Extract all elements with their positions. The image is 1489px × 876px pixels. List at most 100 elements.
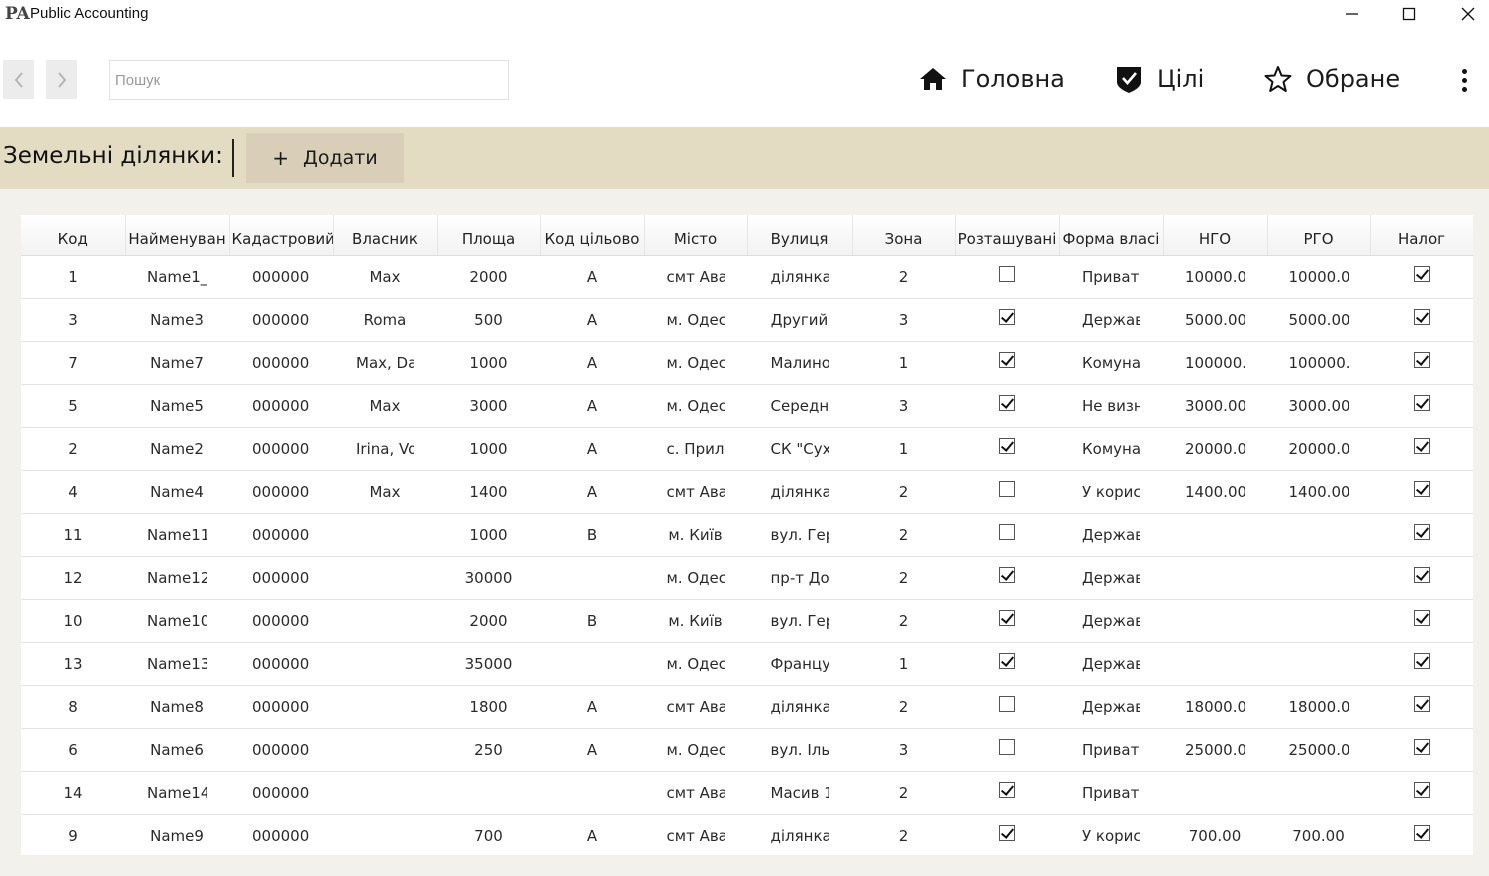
- table-row[interactable]: 7 Name7 000000C Max, Da 1000 Aм. Одеса Малино 1…: [21, 341, 1473, 385]
- cell-city: м. Одеса: [644, 642, 747, 686]
- tax-checkbox[interactable]: [1413, 696, 1430, 712]
- cell-owner: [333, 685, 437, 729]
- located-checkbox[interactable]: [999, 567, 1015, 583]
- tax-checkbox[interactable]: [1413, 266, 1430, 282]
- nav-favorites-label: Обране: [1306, 65, 1401, 93]
- back-button[interactable]: [3, 60, 34, 99]
- cell-ownership-value: Держав: [1082, 697, 1140, 716]
- column-header[interactable]: Розташувані: [955, 215, 1060, 256]
- table-row[interactable]: 11 Name11 000000C 1000 Bм. Київ вул. Гер 2 Держ…: [21, 513, 1473, 557]
- table-row[interactable]: 8 Name8 000000C 1800 Aсмт Ава ділянка 2 Держав 1…: [21, 685, 1473, 729]
- located-checkbox[interactable]: [999, 438, 1015, 454]
- cell-owner-value: Irina, Vo: [356, 439, 414, 458]
- more-vertical-icon[interactable]: [1452, 64, 1476, 96]
- table-row[interactable]: 6 Name6 000000C 250 Aм. Одеса вул. Ільє 3 Прива…: [21, 728, 1473, 772]
- cell-code-value: 3: [68, 310, 78, 329]
- cell-name: Name3: [125, 298, 229, 342]
- cell-city-value: м. Одеса: [666, 568, 725, 587]
- cell-ownership: Комунал: [1059, 341, 1163, 385]
- column-header[interactable]: Місто: [644, 215, 748, 256]
- located-checkbox[interactable]: [999, 696, 1015, 712]
- cell-ngo-value: 100000.(: [1185, 353, 1245, 372]
- located-checkbox[interactable]: [999, 524, 1015, 540]
- tax-checkbox[interactable]: [1413, 395, 1430, 411]
- located-checkbox[interactable]: [999, 309, 1015, 325]
- table-row[interactable]: 9 Name9 000000C 700 Aсмт Ава ділянка 2 У корис 7…: [21, 814, 1473, 855]
- column-header[interactable]: Найменуван: [125, 215, 230, 256]
- cell-located: [955, 814, 1059, 855]
- column-header[interactable]: Налог: [1370, 215, 1473, 256]
- tax-checkbox[interactable]: [1413, 610, 1430, 626]
- located-checkbox[interactable]: [999, 825, 1015, 841]
- tax-checkbox[interactable]: [1413, 782, 1430, 798]
- cell-ngo: 25000.0(: [1163, 728, 1267, 772]
- located-checkbox[interactable]: [999, 352, 1015, 368]
- cell-name-value: Name5: [150, 396, 204, 415]
- tax-checkbox[interactable]: [1413, 524, 1430, 540]
- cell-code-value: 1: [68, 267, 78, 286]
- cell-rgo: 18000.0(: [1267, 685, 1370, 729]
- column-header[interactable]: Форма власі: [1059, 215, 1164, 256]
- cell-ngo: 1400.00: [1163, 470, 1267, 514]
- search-input[interactable]: [109, 60, 509, 100]
- table-row[interactable]: 4 Name4 000000C Max 1400 Aсмт Ава ділянка 2 У ко…: [21, 470, 1473, 514]
- table-row[interactable]: 14 Name14 000000C смт Ава Масив 1 2 Приватн: [21, 771, 1473, 815]
- located-checkbox[interactable]: [999, 481, 1015, 497]
- cell-code: 3: [21, 298, 125, 342]
- column-header[interactable]: Вулиця: [747, 215, 853, 256]
- tax-checkbox[interactable]: [1413, 825, 1430, 841]
- column-header[interactable]: Код: [21, 215, 126, 256]
- table-row[interactable]: 1 Name1_ 000000C Max 2000 Aсмт Ава ділянка 2 При…: [21, 255, 1473, 299]
- cell-ownership-value: У корис: [1082, 826, 1140, 845]
- cell-area: 250: [437, 728, 540, 772]
- nav-favorites-link[interactable]: Обране: [1264, 61, 1400, 97]
- table-row[interactable]: 2 Name2 000000C Irina, Vo 1000 Aс. Прили СК "С…: [21, 427, 1473, 471]
- table-row[interactable]: 12 Name12 000000C 30000 м. Одеса пр-т До 2 Держ…: [21, 556, 1473, 600]
- located-checkbox[interactable]: [999, 395, 1015, 411]
- cell-name-value: Name12: [147, 568, 207, 587]
- column-header[interactable]: Код цільово: [540, 215, 645, 256]
- table-row[interactable]: 5 Name5 000000C Max 3000 Aм. Одеса Середні 3 Не …: [21, 384, 1473, 428]
- maximize-button[interactable]: [1381, 0, 1437, 28]
- cell-tax: [1370, 384, 1473, 428]
- located-checkbox[interactable]: [999, 782, 1015, 798]
- located-checkbox[interactable]: [999, 610, 1015, 626]
- cell-cadastral: 000000C: [229, 599, 333, 643]
- tax-checkbox[interactable]: [1413, 653, 1430, 669]
- nav-goals-link[interactable]: Цілі: [1115, 61, 1204, 97]
- forward-button[interactable]: [46, 60, 77, 99]
- add-button[interactable]: + Додати: [246, 133, 404, 183]
- column-header[interactable]: Площа: [437, 215, 541, 256]
- cell-ngo: [1163, 771, 1267, 815]
- tax-checkbox[interactable]: [1413, 309, 1430, 325]
- close-button[interactable]: [1440, 0, 1489, 28]
- column-header[interactable]: РГО: [1267, 215, 1371, 256]
- located-checkbox[interactable]: [999, 653, 1015, 669]
- cell-purpose: A: [540, 341, 644, 385]
- column-header[interactable]: Кадастровий: [229, 215, 334, 256]
- column-header[interactable]: НГО: [1163, 215, 1268, 256]
- cell-zone: 2: [852, 470, 955, 514]
- located-checkbox[interactable]: [999, 739, 1015, 755]
- tax-checkbox[interactable]: [1413, 567, 1430, 583]
- nav-home-link[interactable]: Головна: [919, 61, 1065, 97]
- maximize-icon: [1402, 7, 1416, 21]
- table-row[interactable]: 10 Name10 000000C 2000 Bм. Київ вул. Гер 2 Держ…: [21, 599, 1473, 643]
- cell-area-value: 1000: [469, 525, 508, 544]
- cell-purpose: [540, 771, 644, 815]
- tax-checkbox[interactable]: [1413, 352, 1430, 368]
- cell-tax: [1370, 427, 1473, 471]
- plus-icon: +: [272, 146, 290, 170]
- table-row[interactable]: 3 Name3 000000C Roma 500 Aм. Одеса Другий 3 Держ…: [21, 298, 1473, 342]
- minimize-button[interactable]: [1324, 0, 1380, 28]
- column-header[interactable]: Власник: [333, 215, 438, 256]
- cell-located: [955, 642, 1059, 686]
- tax-checkbox[interactable]: [1413, 739, 1430, 755]
- cell-purpose-value: A: [586, 267, 598, 286]
- column-header[interactable]: Зона: [852, 215, 956, 256]
- table-row[interactable]: 13 Name13 000000C 35000 м. Одеса Францу: 1 Держ…: [21, 642, 1473, 686]
- cell-rgo-value: 18000.0(: [1288, 697, 1349, 716]
- tax-checkbox[interactable]: [1413, 438, 1430, 454]
- located-checkbox[interactable]: [999, 266, 1015, 282]
- tax-checkbox[interactable]: [1413, 481, 1430, 497]
